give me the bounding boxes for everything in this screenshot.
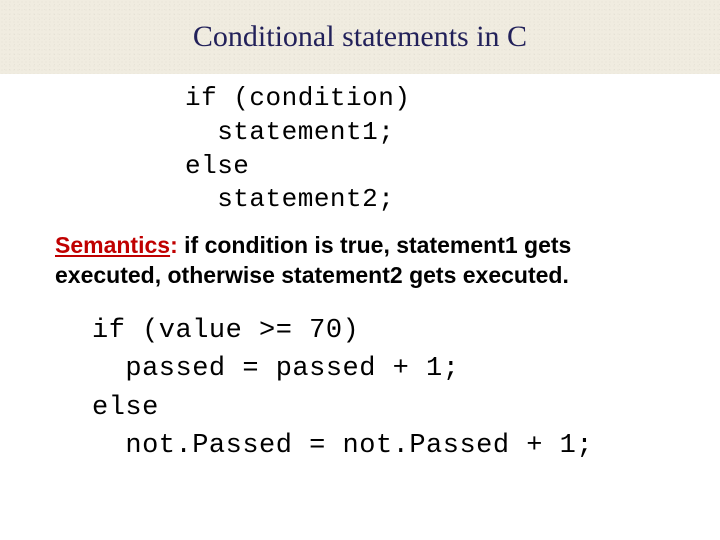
- code-line: if (value >= 70): [92, 316, 359, 346]
- code-line: statement2;: [185, 184, 394, 214]
- code-line: not.Passed = not.Passed + 1;: [92, 431, 593, 461]
- semantics-colon: :: [170, 232, 184, 258]
- semantics-label: Semantics: [55, 232, 170, 258]
- code-line: statement1;: [185, 117, 394, 147]
- code-line: else: [92, 393, 159, 423]
- page-title: Conditional statements in C: [193, 20, 527, 54]
- code-line: passed = passed + 1;: [92, 354, 459, 384]
- code-line: if (condition): [185, 83, 410, 113]
- semantics-paragraph: Semantics: if condition is true, stateme…: [55, 231, 665, 290]
- syntax-code-block: if (condition) statement1; else statemen…: [185, 82, 720, 217]
- code-line: else: [185, 151, 249, 181]
- content-area: if (condition) statement1; else statemen…: [0, 74, 720, 465]
- example-code-block: if (value >= 70) passed = passed + 1; el…: [92, 312, 720, 465]
- title-band: Conditional statements in C: [0, 0, 720, 74]
